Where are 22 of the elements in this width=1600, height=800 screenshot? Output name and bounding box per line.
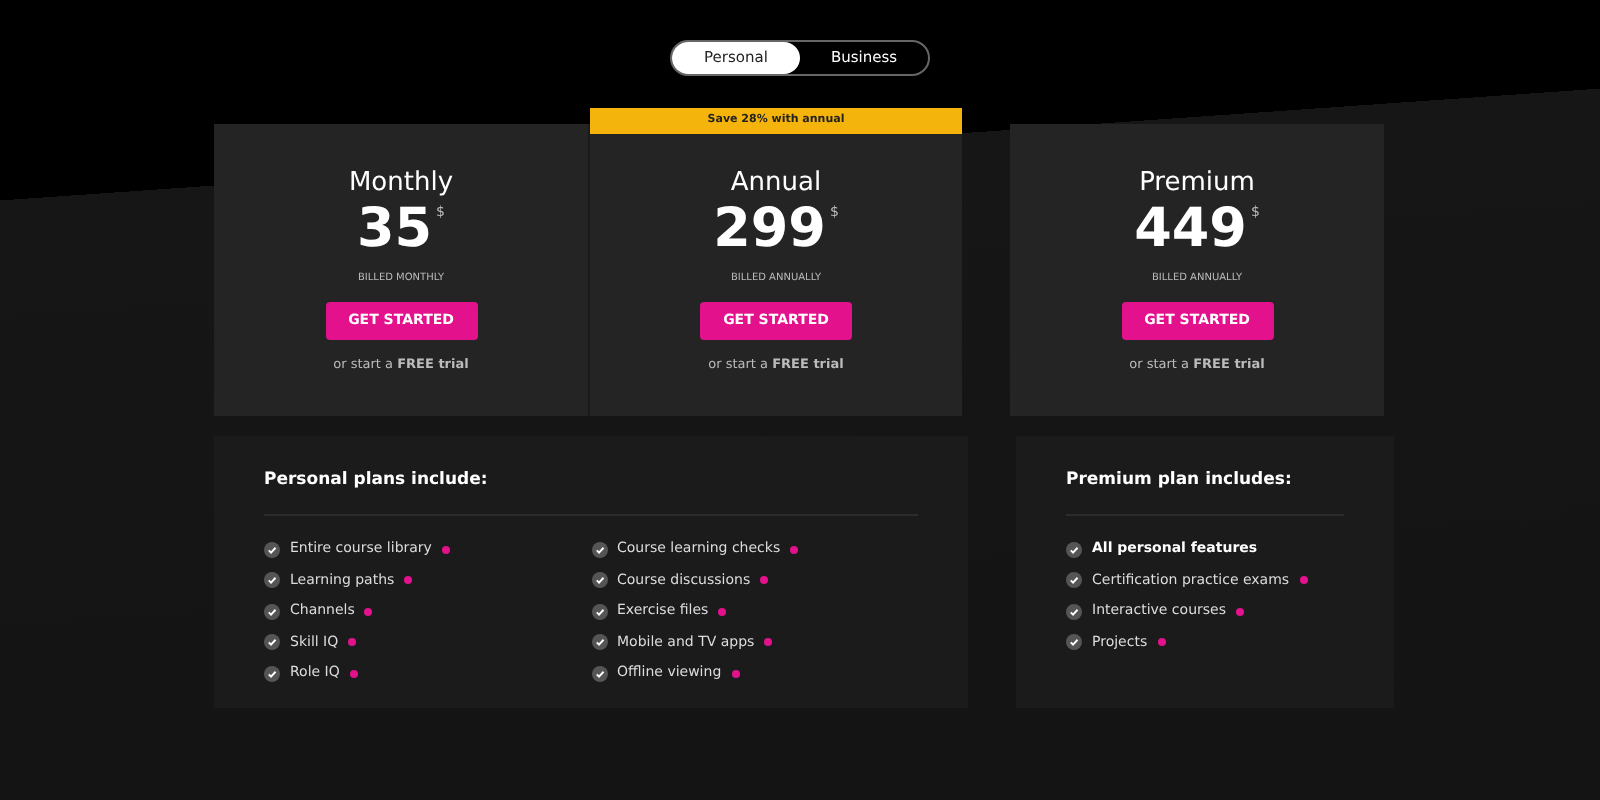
check-icon bbox=[264, 541, 280, 557]
plan-price: 35 bbox=[356, 200, 433, 260]
features-title: Personal plans include: bbox=[264, 468, 918, 516]
plan-name: Premium bbox=[1139, 168, 1255, 200]
check-icon bbox=[591, 572, 607, 588]
features-title: Premium plan includes: bbox=[1066, 468, 1344, 516]
check-icon bbox=[264, 634, 280, 650]
check-icon bbox=[1066, 634, 1082, 650]
check-icon bbox=[591, 634, 607, 650]
check-icon bbox=[264, 572, 280, 588]
plan-price: 299 bbox=[713, 200, 826, 260]
plan-name: Monthly bbox=[348, 168, 454, 200]
plan-price: 449 bbox=[1134, 200, 1247, 260]
check-icon bbox=[264, 665, 280, 681]
check-icon bbox=[591, 603, 607, 619]
check-icon bbox=[591, 541, 607, 557]
check-icon bbox=[1066, 541, 1082, 557]
check-icon bbox=[264, 603, 280, 619]
check-icon bbox=[1066, 603, 1082, 619]
check-icon bbox=[591, 665, 607, 681]
plan-name: Annual bbox=[730, 168, 822, 200]
check-icon bbox=[1066, 572, 1082, 588]
